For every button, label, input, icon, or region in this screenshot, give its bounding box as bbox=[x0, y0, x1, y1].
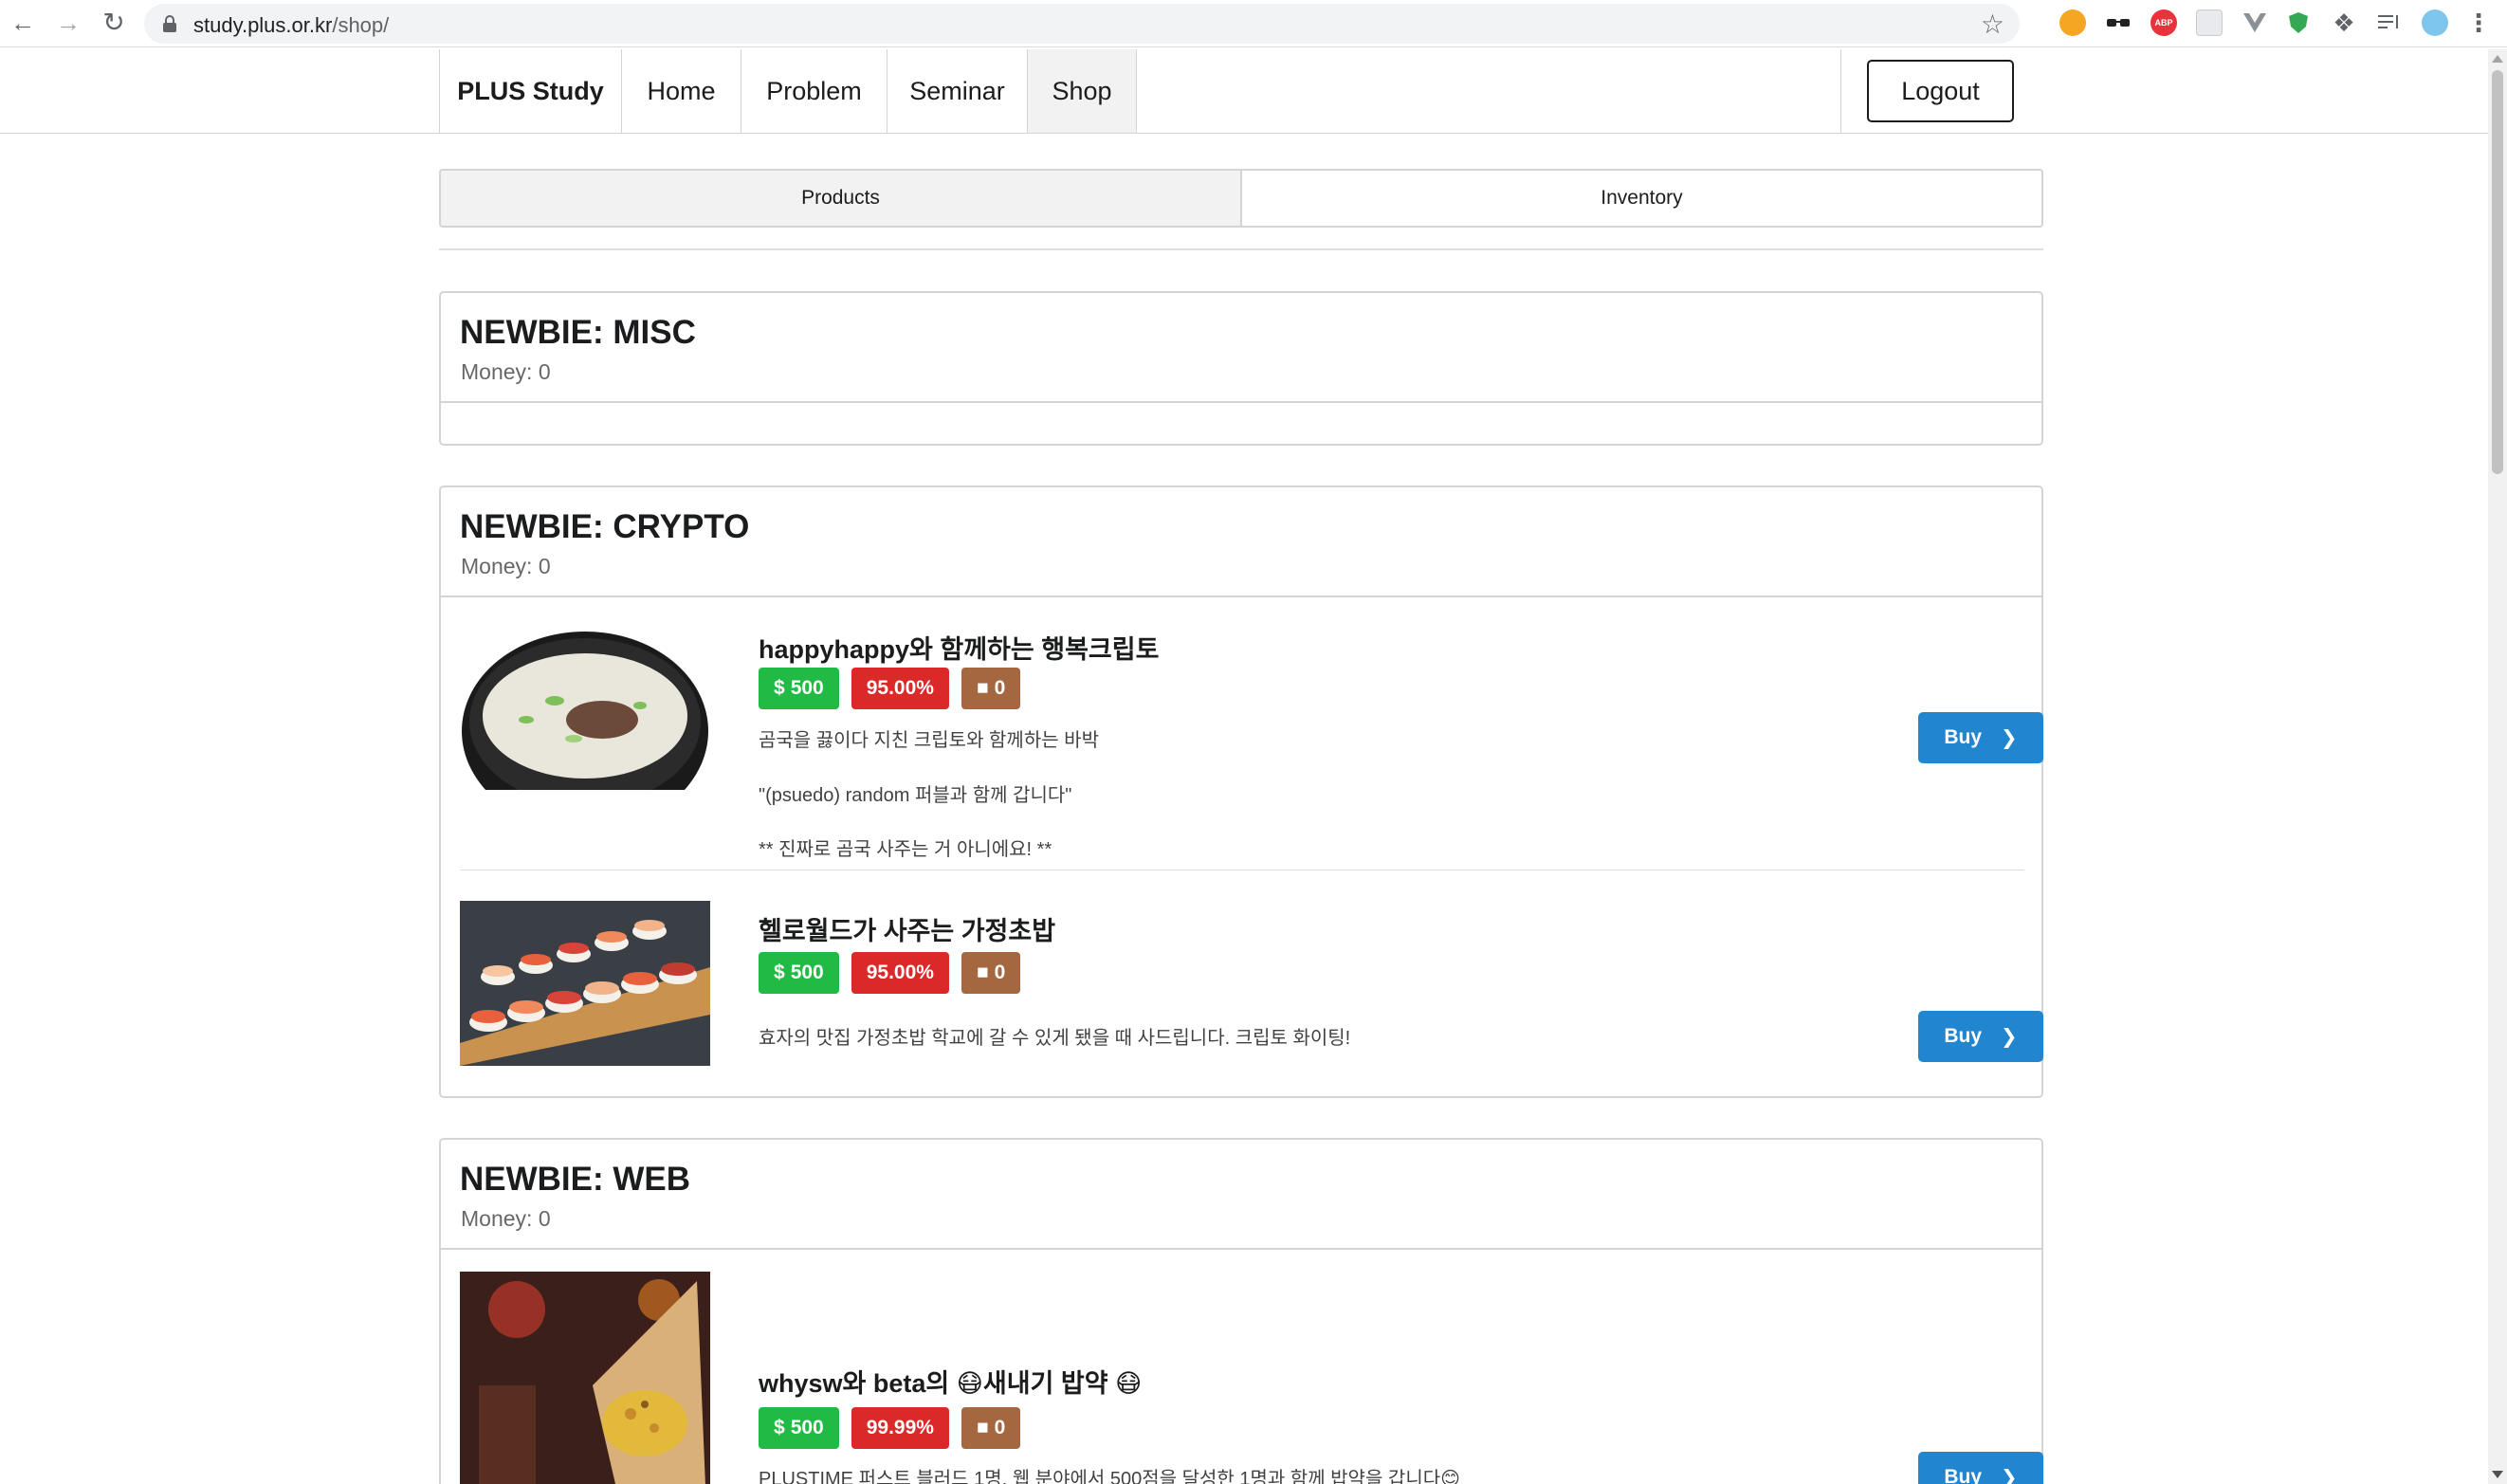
shop-tabs: Products Inventory bbox=[439, 169, 2043, 228]
product-description-line: ** 진짜로 곰국 사주는 거 아니에요! ** bbox=[759, 839, 1052, 860]
back-icon[interactable]: ← bbox=[6, 6, 40, 40]
rate-label: 95.00% bbox=[851, 668, 949, 709]
cookie-extension-icon[interactable] bbox=[2059, 9, 2086, 36]
stock-label: ■ 0 bbox=[961, 952, 1021, 994]
product-description-line: "(psuedo) random 퍼블과 함께 갑니다" bbox=[759, 785, 1072, 806]
logout-button[interactable]: Logout bbox=[1867, 60, 2014, 122]
top-menu: PLUS Study Home Problem Seminar Shop Log… bbox=[0, 49, 2488, 134]
menu-home[interactable]: Home bbox=[622, 49, 741, 133]
media-queue-icon[interactable] bbox=[2376, 9, 2403, 36]
section-header: NEWBIE: CRYPTO Money: 0 bbox=[441, 487, 2041, 597]
chevron-right-icon: ❯ bbox=[2001, 726, 2018, 749]
tab-products[interactable]: Products bbox=[441, 171, 1242, 226]
category-section-web: NEWBIE: WEB Money: 0 whysw와 beta의 😷새내기 밥… bbox=[439, 1138, 2043, 1484]
category-section-crypto: NEWBIE: CRYPTO Money: 0 happyhappy와 함께하는… bbox=[439, 486, 2043, 1098]
menu-shop[interactable]: Shop bbox=[1028, 49, 1137, 133]
buy-button[interactable]: Buy ❯ bbox=[1918, 1011, 2043, 1062]
product-image-sushi bbox=[460, 901, 710, 1066]
archive-icon: ■ bbox=[976, 677, 989, 699]
reload-icon[interactable]: ↻ bbox=[97, 6, 131, 40]
shield-extension-icon[interactable] bbox=[2285, 9, 2312, 36]
product-labels: $500 95.00% ■ 0 bbox=[759, 952, 1021, 994]
section-title: NEWBIE: WEB bbox=[460, 1161, 691, 1198]
profile-avatar-icon[interactable] bbox=[2422, 9, 2448, 36]
vue-extension-icon[interactable] bbox=[2242, 9, 2268, 36]
price-label: $500 bbox=[759, 668, 839, 709]
chevron-right-icon: ❯ bbox=[2001, 1466, 2018, 1484]
product-image-food-cone bbox=[460, 1272, 710, 1484]
product-description-line: 곰국을 끓이다 지친 크립토와 함께하는 바박 bbox=[759, 730, 1099, 751]
forward-icon[interactable]: → bbox=[51, 6, 85, 40]
product-description-line: PLUSTIME 퍼스트 블러드 1명, 웹 분야에서 500점을 달성한 1명… bbox=[759, 1469, 1460, 1484]
rate-label: 99.99% bbox=[851, 1407, 949, 1449]
product-name: happyhappy와 함께하는 행복크립토 bbox=[759, 635, 1160, 664]
url-text[interactable]: study.plus.or.kr/shop/ bbox=[193, 13, 389, 38]
address-bar[interactable]: study.plus.or.kr/shop/ ☆ bbox=[144, 4, 2020, 44]
product-item: happyhappy와 함께하는 행복크립토 $500 95.00% ■ 0 곰국… bbox=[460, 617, 2043, 879]
lock-icon bbox=[163, 15, 176, 32]
section-money: Money: 0 bbox=[461, 359, 551, 384]
section-title: NEWBIE: MISC bbox=[460, 314, 696, 351]
price-label: $500 bbox=[759, 952, 839, 994]
section-title: NEWBIE: CRYPTO bbox=[460, 508, 750, 545]
section-money: Money: 0 bbox=[461, 1206, 551, 1231]
glasses-extension-icon[interactable] bbox=[2105, 9, 2132, 36]
section-header: NEWBIE: WEB Money: 0 bbox=[441, 1140, 2041, 1250]
brand-link[interactable]: PLUS Study bbox=[439, 49, 622, 133]
section-money: Money: 0 bbox=[461, 554, 551, 578]
scroll-up-arrow-icon[interactable] bbox=[2492, 55, 2503, 63]
menu-problem[interactable]: Problem bbox=[741, 49, 888, 133]
product-item: whysw와 beta의 😷새내기 밥약 😷 $500 99.99% ■ 0 PL… bbox=[460, 1272, 2043, 1484]
price-label: $500 bbox=[759, 1407, 839, 1449]
chevron-right-icon: ❯ bbox=[2001, 1025, 2018, 1048]
adblock-extension-icon[interactable]: ABP bbox=[2150, 9, 2177, 36]
product-image-gomguk bbox=[460, 625, 710, 790]
stock-label: ■ 0 bbox=[961, 1407, 1021, 1449]
product-name: 헬로월드가 사주는 가정초밥 bbox=[759, 917, 1056, 945]
divider bbox=[439, 248, 2043, 250]
product-item: 헬로월드가 사주는 가정초밥 $500 95.00% ■ 0 효자의 맛집 가정초… bbox=[460, 901, 2043, 1066]
scroll-thumb[interactable] bbox=[2492, 70, 2503, 474]
buy-button[interactable]: Buy ❯ bbox=[1918, 1452, 2043, 1484]
buy-button[interactable]: Buy ❯ bbox=[1918, 712, 2043, 763]
archive-icon: ■ bbox=[976, 1417, 989, 1438]
dollar-icon: $ bbox=[774, 962, 785, 983]
rate-label: 95.00% bbox=[851, 952, 949, 994]
stock-label: ■ 0 bbox=[961, 668, 1021, 709]
kebab-menu-icon[interactable]: ⋮ bbox=[2465, 9, 2492, 37]
archive-icon: ■ bbox=[976, 962, 989, 983]
puzzle-extensions-icon[interactable]: ❖ bbox=[2331, 9, 2357, 37]
blank-extension-icon[interactable] bbox=[2196, 9, 2223, 36]
scroll-down-arrow-icon[interactable] bbox=[2492, 1471, 2503, 1478]
dollar-icon: $ bbox=[774, 1417, 785, 1438]
product-labels: $500 95.00% ■ 0 bbox=[759, 668, 1021, 709]
product-description-line: 효자의 맛집 가정초밥 학교에 갈 수 있게 됐을 때 사드립니다. 크립토 화… bbox=[759, 1028, 1351, 1049]
product-name: whysw와 beta의 😷새내기 밥약 😷 bbox=[759, 1369, 1143, 1398]
menu-seminar[interactable]: Seminar bbox=[888, 49, 1028, 133]
bookmark-star-icon[interactable]: ☆ bbox=[1981, 9, 2004, 40]
dollar-icon: $ bbox=[774, 677, 785, 699]
tab-inventory[interactable]: Inventory bbox=[1242, 171, 2041, 226]
product-labels: $500 99.99% ■ 0 bbox=[759, 1407, 1021, 1449]
category-section-misc: NEWBIE: MISC Money: 0 bbox=[439, 291, 2043, 446]
browser-toolbar: ← → ↻ study.plus.or.kr/shop/ ☆ ABP ❖ ⋮ bbox=[0, 0, 2507, 47]
page-scrollbar[interactable] bbox=[2488, 49, 2507, 1484]
section-header: NEWBIE: MISC Money: 0 bbox=[441, 293, 2041, 403]
